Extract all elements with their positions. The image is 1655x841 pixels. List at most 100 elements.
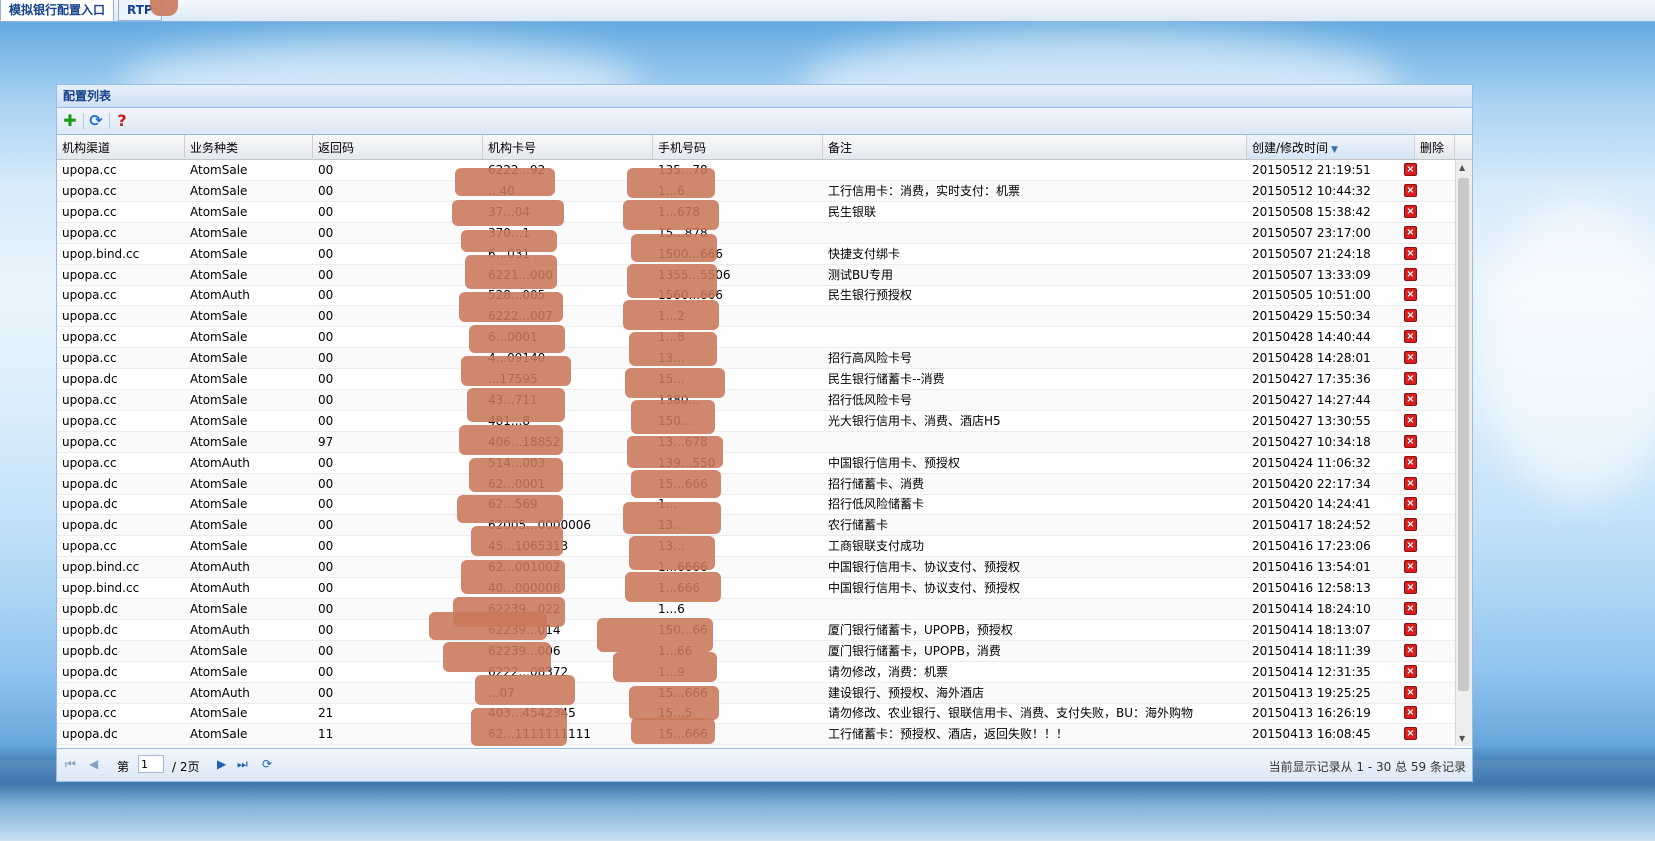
cell-code: 00 [318, 246, 334, 261]
delete-icon[interactable]: × [1404, 225, 1417, 239]
column-header-card[interactable]: 机构卡号 [483, 135, 653, 159]
column-header-time[interactable]: 创建/修改时间 ▼ [1247, 135, 1415, 159]
table-row[interactable]: upop.bind.ccAtomAuth0040...0000081...666… [57, 578, 1455, 599]
delete-icon[interactable]: × [1404, 601, 1417, 615]
next-page-icon[interactable]: ▶ [217, 757, 226, 771]
prev-page-icon[interactable]: ◀ [89, 757, 98, 771]
total-pages: / 2页 [172, 760, 200, 774]
cell-time: 20150416 13:54:01 [1252, 560, 1371, 575]
help-icon[interactable]: ? [113, 112, 131, 130]
delete-icon[interactable]: × [1404, 643, 1417, 657]
redaction-mark [631, 470, 721, 498]
cell-channel: upopa.cc [62, 267, 117, 282]
table-row[interactable]: upopa.dcAtomSale0062005...000000613...农行… [57, 515, 1455, 537]
table-row[interactable]: upopb.dcAtomSale0062239...0061...66厦门银行储… [57, 640, 1455, 662]
delete-icon[interactable]: × [1404, 288, 1417, 302]
delete-icon[interactable]: × [1404, 476, 1417, 490]
delete-icon[interactable]: × [1404, 560, 1417, 574]
table-row[interactable]: upopa.ccAtomSale006222...0071...22015042… [57, 306, 1455, 328]
table-row[interactable]: upopa.ccAtomSale0045...106531313...工商银联支… [57, 536, 1455, 558]
delete-icon[interactable]: × [1404, 664, 1417, 678]
vertical-scrollbar[interactable]: ▲ ▼ [1455, 160, 1472, 746]
delete-icon[interactable]: × [1404, 246, 1417, 260]
table-row[interactable]: upopa.ccAtomSale004...0914013...招行高风险卡号2… [57, 348, 1455, 370]
table-row[interactable]: upopa.dcAtomSale00...1759515...民生银行储蓄卡--… [57, 369, 1455, 390]
table-row[interactable]: upopa.ccAtomSale00...401...6工行信用卡：消费，实时支… [57, 180, 1455, 202]
table-row[interactable]: upopa.ccAtomSale0037...041...678民生银联2015… [57, 202, 1455, 223]
delete-icon[interactable]: × [1404, 581, 1417, 594]
scroll-up-icon[interactable]: ▲ [1459, 163, 1465, 172]
cell-remark: 快捷支付绑卡 [828, 246, 901, 261]
table-row[interactable]: upop.bind.ccAtomAuth0062...0010021...666… [57, 557, 1455, 579]
delete-icon[interactable]: × [1404, 434, 1417, 448]
table-row[interactable]: upopa.ccAtomSale21403...454234515...5请勿修… [57, 703, 1455, 725]
table-row[interactable]: upopa.dcAtomSale0062...000115...666招行储蓄卡… [57, 473, 1455, 495]
column-header-phone[interactable]: 手机号码 [653, 135, 823, 159]
column-header-remark[interactable]: 备注 [823, 135, 1247, 159]
cell-type: AtomSale [190, 727, 248, 742]
delete-icon[interactable]: × [1404, 183, 1417, 197]
grid-body: ▲ ▼ upopa.ccAtomSale006222...92135...782… [57, 160, 1472, 746]
redaction-mark [467, 388, 565, 422]
delete-icon[interactable]: × [1404, 351, 1417, 365]
cell-channel: upop.bind.cc [62, 581, 140, 595]
delete-icon[interactable]: × [1404, 497, 1417, 511]
delete-icon[interactable]: × [1404, 267, 1417, 281]
delete-icon[interactable]: × [1404, 309, 1417, 323]
refresh-icon[interactable]: ⟳ [87, 112, 105, 130]
tab-bank-config[interactable]: 模拟银行配置入口 [0, 0, 115, 21]
delete-icon[interactable]: × [1404, 330, 1417, 344]
column-header-code[interactable]: 返回码 [313, 135, 483, 159]
table-row[interactable]: upopa.ccAtomAuth00514...003139...550中国银行… [57, 453, 1455, 474]
cell-channel: upopa.cc [62, 351, 117, 366]
table-row[interactable]: upopa.ccAtomAuth00528...0051560...666民生银… [57, 285, 1455, 307]
table-row[interactable]: upopa.ccAtomSale0043...7111380...招行低风险卡号… [57, 389, 1455, 411]
table-row[interactable]: upopb.dcAtomAuth0062239...014150...66厦门银… [57, 620, 1455, 641]
plus-icon[interactable]: ✚ [61, 112, 79, 130]
delete-icon[interactable]: × [1404, 413, 1417, 427]
cell-remark: 建设银行、预授权、海外酒店 [828, 685, 985, 700]
column-header-channel[interactable]: 机构渠道 [57, 135, 185, 159]
page-number-input[interactable] [138, 755, 164, 773]
table-row[interactable]: upopa.dcAtomSale1162...111111111115...66… [57, 724, 1455, 746]
table-row[interactable]: upop.bind.ccAtomSale006...0311500...666快… [57, 244, 1455, 265]
column-header-type[interactable]: 业务种类 [185, 135, 313, 159]
delete-icon[interactable]: × [1404, 392, 1417, 406]
delete-icon[interactable]: × [1404, 685, 1417, 699]
redaction-mark [471, 708, 567, 746]
table-row[interactable]: upopb.dcAtomSale0062239...0221...6201504… [57, 598, 1455, 620]
scrollbar-thumb[interactable] [1458, 178, 1469, 691]
delete-icon[interactable]: × [1404, 204, 1417, 218]
delete-icon[interactable]: × [1404, 455, 1417, 469]
table-row[interactable]: upopa.ccAtomSale006222...92135...7820150… [57, 160, 1455, 181]
delete-icon[interactable]: × [1404, 539, 1417, 553]
last-page-icon[interactable]: ⏭ [237, 757, 248, 772]
table-row[interactable]: upopa.ccAtomAuth00...0715...666建设银行、预授权、… [57, 682, 1455, 704]
toolbar-separator [109, 113, 110, 129]
redaction-mark [623, 300, 719, 330]
refresh-icon[interactable]: ⟳ [262, 757, 272, 771]
delete-icon[interactable]: × [1404, 727, 1417, 741]
delete-icon[interactable]: × [1404, 372, 1417, 385]
table-row[interactable]: upopa.ccAtomSale97406...1885213...678201… [57, 431, 1455, 453]
delete-icon[interactable]: × [1404, 163, 1417, 176]
table-row[interactable]: upopa.ccAtomSale00370...115...8782015050… [57, 222, 1455, 244]
scroll-down-icon[interactable]: ▼ [1459, 734, 1465, 743]
delete-icon[interactable]: × [1404, 518, 1417, 532]
cell-time: 20150427 13:30:55 [1252, 413, 1371, 428]
tab-redaction [150, 0, 178, 16]
cell-time: 20150512 21:19:51 [1252, 163, 1371, 177]
delete-icon[interactable]: × [1404, 622, 1417, 636]
table-row[interactable]: upopa.ccAtomSale00481...8150...光大银行信用卡、消… [57, 411, 1455, 432]
table-row[interactable]: upopa.ccAtomSale006221...0001355...5506测… [57, 264, 1455, 286]
cell-remark: 厦门银行储蓄卡，UPOPB，预授权 [828, 622, 1013, 637]
first-page-icon[interactable]: ⏮ [65, 757, 76, 772]
delete-icon[interactable]: × [1404, 706, 1417, 720]
cell-remark: 中国银行信用卡、协议支付、预授权 [828, 560, 1021, 575]
redaction-mark [625, 572, 721, 602]
table-row[interactable]: upopa.dcAtomSale0062...5691...招行低风险储蓄卡20… [57, 494, 1455, 516]
table-row[interactable]: upopa.dcAtomSale006222...083721...9请勿修改，… [57, 662, 1455, 683]
cell-channel: upopa.dc [62, 497, 118, 512]
cell-type: AtomSale [190, 664, 248, 679]
table-row[interactable]: upopa.ccAtomSale006...00011...820150428 … [57, 327, 1455, 349]
